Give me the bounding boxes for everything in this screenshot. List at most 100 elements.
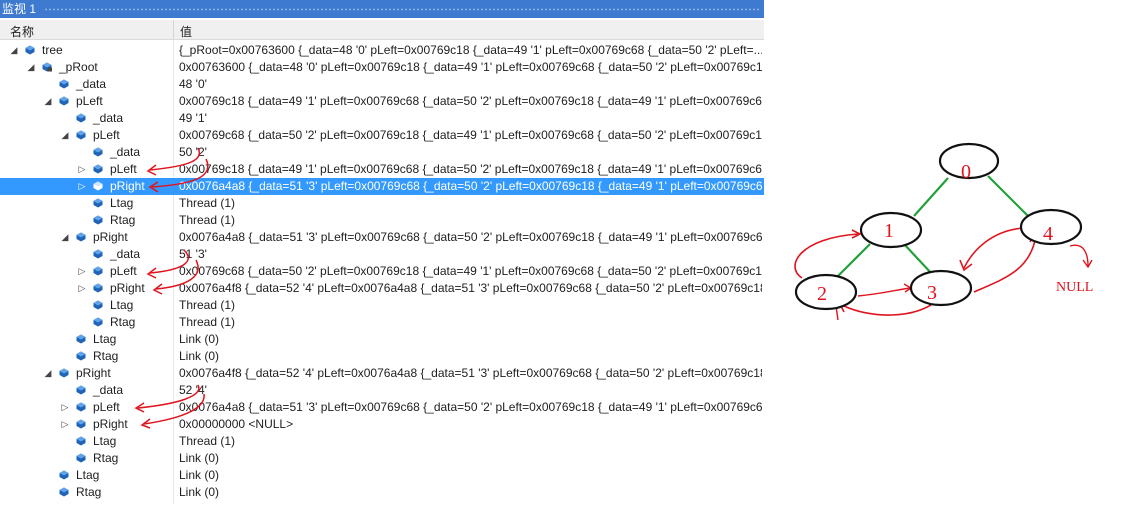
- row-value[interactable]: 0x00763600 {_data=48 '0' pLeft=0x00769c1…: [179, 59, 762, 76]
- row-name: pRight: [110, 281, 145, 295]
- field-icon: [93, 266, 103, 276]
- row-name: pRight: [110, 179, 145, 193]
- row-value[interactable]: Thread (1): [179, 297, 762, 314]
- row-name: tree: [42, 43, 63, 57]
- field-icon: [93, 181, 103, 191]
- field-icon: [76, 130, 86, 140]
- row-value[interactable]: 0x0076a4a8 {_data=51 '3' pLeft=0x00769c6…: [179, 178, 762, 195]
- watch-row[interactable]: ▷ pLeft 0x00769c68 {_data=50 '2' pLeft=0x0…: [0, 263, 764, 280]
- node-2-label: 2: [817, 283, 827, 305]
- watch-row[interactable]: Ltag Link (0): [0, 331, 764, 348]
- expand-toggle-icon[interactable]: ▷: [77, 263, 87, 280]
- watch-row[interactable]: Rtag Link (0): [0, 450, 764, 467]
- row-value[interactable]: 0x0076a4f8 {_data=52 '4' pLeft=0x0076a4a…: [179, 280, 762, 297]
- watch-row[interactable]: ◢ pLeft 0x00769c18 {_data=49 '1' pLeft=0x0…: [0, 93, 764, 110]
- collapse-toggle-icon[interactable]: ◢: [26, 59, 36, 76]
- watch-row[interactable]: Ltag Link (0): [0, 467, 764, 484]
- column-divider[interactable]: [173, 20, 174, 39]
- row-value[interactable]: Thread (1): [179, 433, 762, 450]
- private-field-icon: [42, 62, 52, 72]
- row-value[interactable]: 48 '0': [179, 76, 762, 93]
- row-value[interactable]: Thread (1): [179, 314, 762, 331]
- row-value[interactable]: Thread (1): [179, 195, 762, 212]
- watch-row[interactable]: Rtag Thread (1): [0, 212, 764, 229]
- expand-toggle-icon[interactable]: ▷: [60, 416, 70, 433]
- field-icon: [76, 385, 86, 395]
- node-2: 2: [794, 273, 858, 311]
- field-icon: [59, 79, 69, 89]
- row-value[interactable]: 0x00769c68 {_data=50 '2' pLeft=0x00769c1…: [179, 127, 762, 144]
- row-value[interactable]: 51 '3': [179, 246, 762, 263]
- row-value[interactable]: 0x0076a4a8 {_data=51 '3' pLeft=0x00769c6…: [179, 399, 762, 416]
- collapse-toggle-icon[interactable]: ◢: [43, 93, 53, 110]
- watch-row[interactable]: Ltag Thread (1): [0, 433, 764, 450]
- expand-toggle-icon[interactable]: ▷: [77, 161, 87, 178]
- watch-row[interactable]: Ltag Thread (1): [0, 297, 764, 314]
- row-name: Rtag: [76, 485, 102, 499]
- field-icon: [93, 215, 103, 225]
- row-value[interactable]: 0x00000000 <NULL>: [179, 416, 762, 433]
- row-name: Ltag: [93, 434, 117, 448]
- row-name: pRight: [93, 230, 128, 244]
- field-icon: [76, 419, 86, 429]
- row-value[interactable]: 52 '4': [179, 382, 762, 399]
- watch-row[interactable]: Rtag Link (0): [0, 348, 764, 365]
- collapse-toggle-icon[interactable]: ◢: [43, 365, 53, 382]
- watch-row[interactable]: _data 48 '0': [0, 76, 764, 93]
- watch-row[interactable]: _data 49 '1': [0, 110, 764, 127]
- row-name: pLeft: [110, 162, 137, 176]
- field-icon: [59, 487, 69, 497]
- node-1-label: 1: [884, 220, 894, 242]
- watch-row[interactable]: ◢ _pRoot 0x00763600 {_data=48 '0' pLeft=0x…: [0, 59, 764, 76]
- node-1: 1: [859, 211, 923, 249]
- column-header-value[interactable]: 值: [180, 23, 192, 40]
- row-value[interactable]: Link (0): [179, 450, 762, 467]
- row-value[interactable]: Thread (1): [179, 212, 762, 229]
- watch-row[interactable]: ▷ pRight 0x0076a4f8 {_data=52 '4' pLeft=0x…: [0, 280, 764, 297]
- row-name: _pRoot: [59, 60, 98, 74]
- node-4: 4: [1019, 208, 1083, 246]
- row-value[interactable]: 50 '2': [179, 144, 762, 161]
- thread-arrow-4-3: [963, 227, 1025, 269]
- column-header-name[interactable]: 名称: [10, 23, 34, 40]
- watch-row[interactable]: ▷ pRight 0x0076a4a8 {_data=51 '3' pLeft=0x…: [0, 178, 764, 195]
- watch-row[interactable]: ◢ pLeft 0x00769c68 {_data=50 '2' pLeft=0x0…: [0, 127, 764, 144]
- watch-row[interactable]: _data 52 '4': [0, 382, 764, 399]
- row-name: pLeft: [76, 94, 103, 108]
- collapse-toggle-icon[interactable]: ◢: [60, 127, 70, 144]
- watch-row[interactable]: ◢ pRight 0x0076a4f8 {_data=52 '4' pLeft=0x…: [0, 365, 764, 382]
- collapse-toggle-icon[interactable]: ◢: [9, 42, 19, 59]
- row-value[interactable]: 0x00769c18 {_data=49 '1' pLeft=0x00769c6…: [179, 93, 762, 110]
- row-value[interactable]: 0x00769c18 {_data=49 '1' pLeft=0x00769c6…: [179, 161, 762, 178]
- watch-titlebar[interactable]: 监视 1: [0, 0, 764, 18]
- row-value[interactable]: 0x0076a4a8 {_data=51 '3' pLeft=0x00769c6…: [179, 229, 762, 246]
- row-value[interactable]: Link (0): [179, 484, 762, 501]
- row-value[interactable]: Link (0): [179, 348, 762, 365]
- field-icon: [76, 232, 86, 242]
- watch-row[interactable]: ◢ tree {_pRoot=0x00763600 {_data=48 '0' pL…: [0, 42, 764, 59]
- row-value[interactable]: 0x0076a4f8 {_data=52 '4' pLeft=0x0076a4a…: [179, 365, 762, 382]
- row-value[interactable]: 0x00769c68 {_data=50 '2' pLeft=0x00769c1…: [179, 263, 762, 280]
- watch-row[interactable]: ◢ pRight 0x0076a4a8 {_data=51 '3' pLeft=0x…: [0, 229, 764, 246]
- watch-window: 监视 1 名称 值 ◢ tree {_pRoot=0x00763600 {_data…: [0, 0, 764, 504]
- watch-row[interactable]: Ltag Thread (1): [0, 195, 764, 212]
- watch-row[interactable]: ▷ pLeft 0x0076a4a8 {_data=51 '3' pLeft=0x0…: [0, 399, 764, 416]
- expand-toggle-icon[interactable]: ▷: [77, 178, 87, 195]
- watch-row[interactable]: Rtag Link (0): [0, 484, 764, 501]
- row-value[interactable]: {_pRoot=0x00763600 {_data=48 '0' pLeft=0…: [179, 42, 762, 59]
- watch-row[interactable]: _data 51 '3': [0, 246, 764, 263]
- watch-row[interactable]: _data 50 '2': [0, 144, 764, 161]
- watch-title: 监视 1: [2, 2, 37, 16]
- node-0-label: 0: [961, 161, 971, 183]
- row-value[interactable]: 49 '1': [179, 110, 762, 127]
- watch-row[interactable]: ▷ pLeft 0x00769c18 {_data=49 '1' pLeft=0x0…: [0, 161, 764, 178]
- field-icon: [25, 45, 35, 55]
- row-value[interactable]: Link (0): [179, 331, 762, 348]
- watch-row[interactable]: ▷ pRight 0x00000000 <NULL>: [0, 416, 764, 433]
- expand-toggle-icon[interactable]: ▷: [60, 399, 70, 416]
- expand-toggle-icon[interactable]: ▷: [77, 280, 87, 297]
- row-name: pLeft: [110, 264, 137, 278]
- row-value[interactable]: Link (0): [179, 467, 762, 484]
- watch-row[interactable]: Rtag Thread (1): [0, 314, 764, 331]
- collapse-toggle-icon[interactable]: ◢: [60, 229, 70, 246]
